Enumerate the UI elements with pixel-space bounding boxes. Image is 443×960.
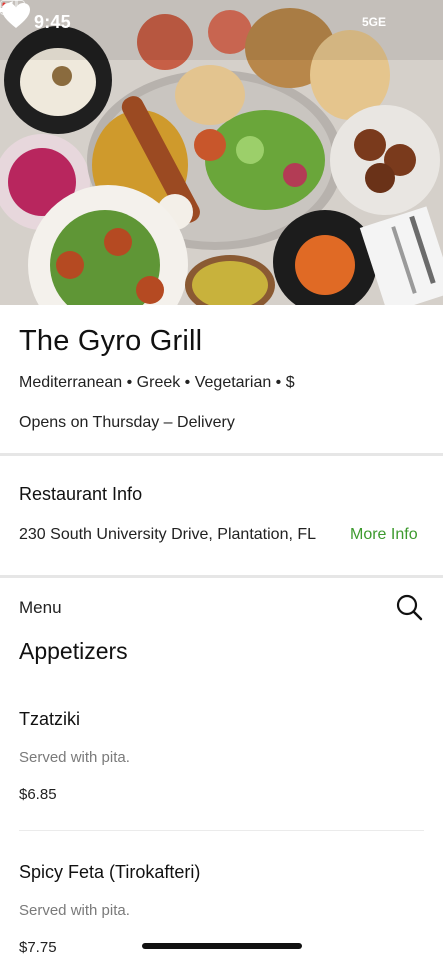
network-type: 5GE [362,15,387,29]
restaurant-cuisine: Mediterranean • Greek • Vegetarian • $ [19,374,295,391]
menu-item-description: Served with pita. [19,749,130,766]
menu-item-price: $6.85 [19,786,57,803]
hero-image: 9:45 5GE [0,0,443,305]
restaurant-name: The Gyro Grill [19,325,203,357]
menu-item-price: $7.75 [19,939,57,956]
heart-icon[interactable] [0,0,32,32]
section-divider [0,575,443,578]
restaurant-info-title: Restaurant Info [19,484,143,504]
search-icon[interactable] [394,592,424,622]
menu-item-divider [19,830,424,831]
status-bar: 9:45 5GE [0,0,443,46]
section-divider [0,453,443,456]
menu-item-name[interactable]: Spicy Feta (Tirokafteri) [19,862,200,883]
home-indicator[interactable] [142,943,302,949]
status-time: 9:45 [34,12,71,32]
menu-item-description: Served with pita. [19,902,130,919]
restaurant-hours: Opens on Thursday – Delivery [19,414,235,431]
menu-label: Menu [19,598,62,617]
more-info-link[interactable]: More Info [350,526,418,544]
restaurant-address: 230 South University Drive, Plantation, … [19,526,317,543]
menu-section-title: Appetizers [19,638,128,664]
menu-item-name[interactable]: Tzatziki [19,709,80,730]
